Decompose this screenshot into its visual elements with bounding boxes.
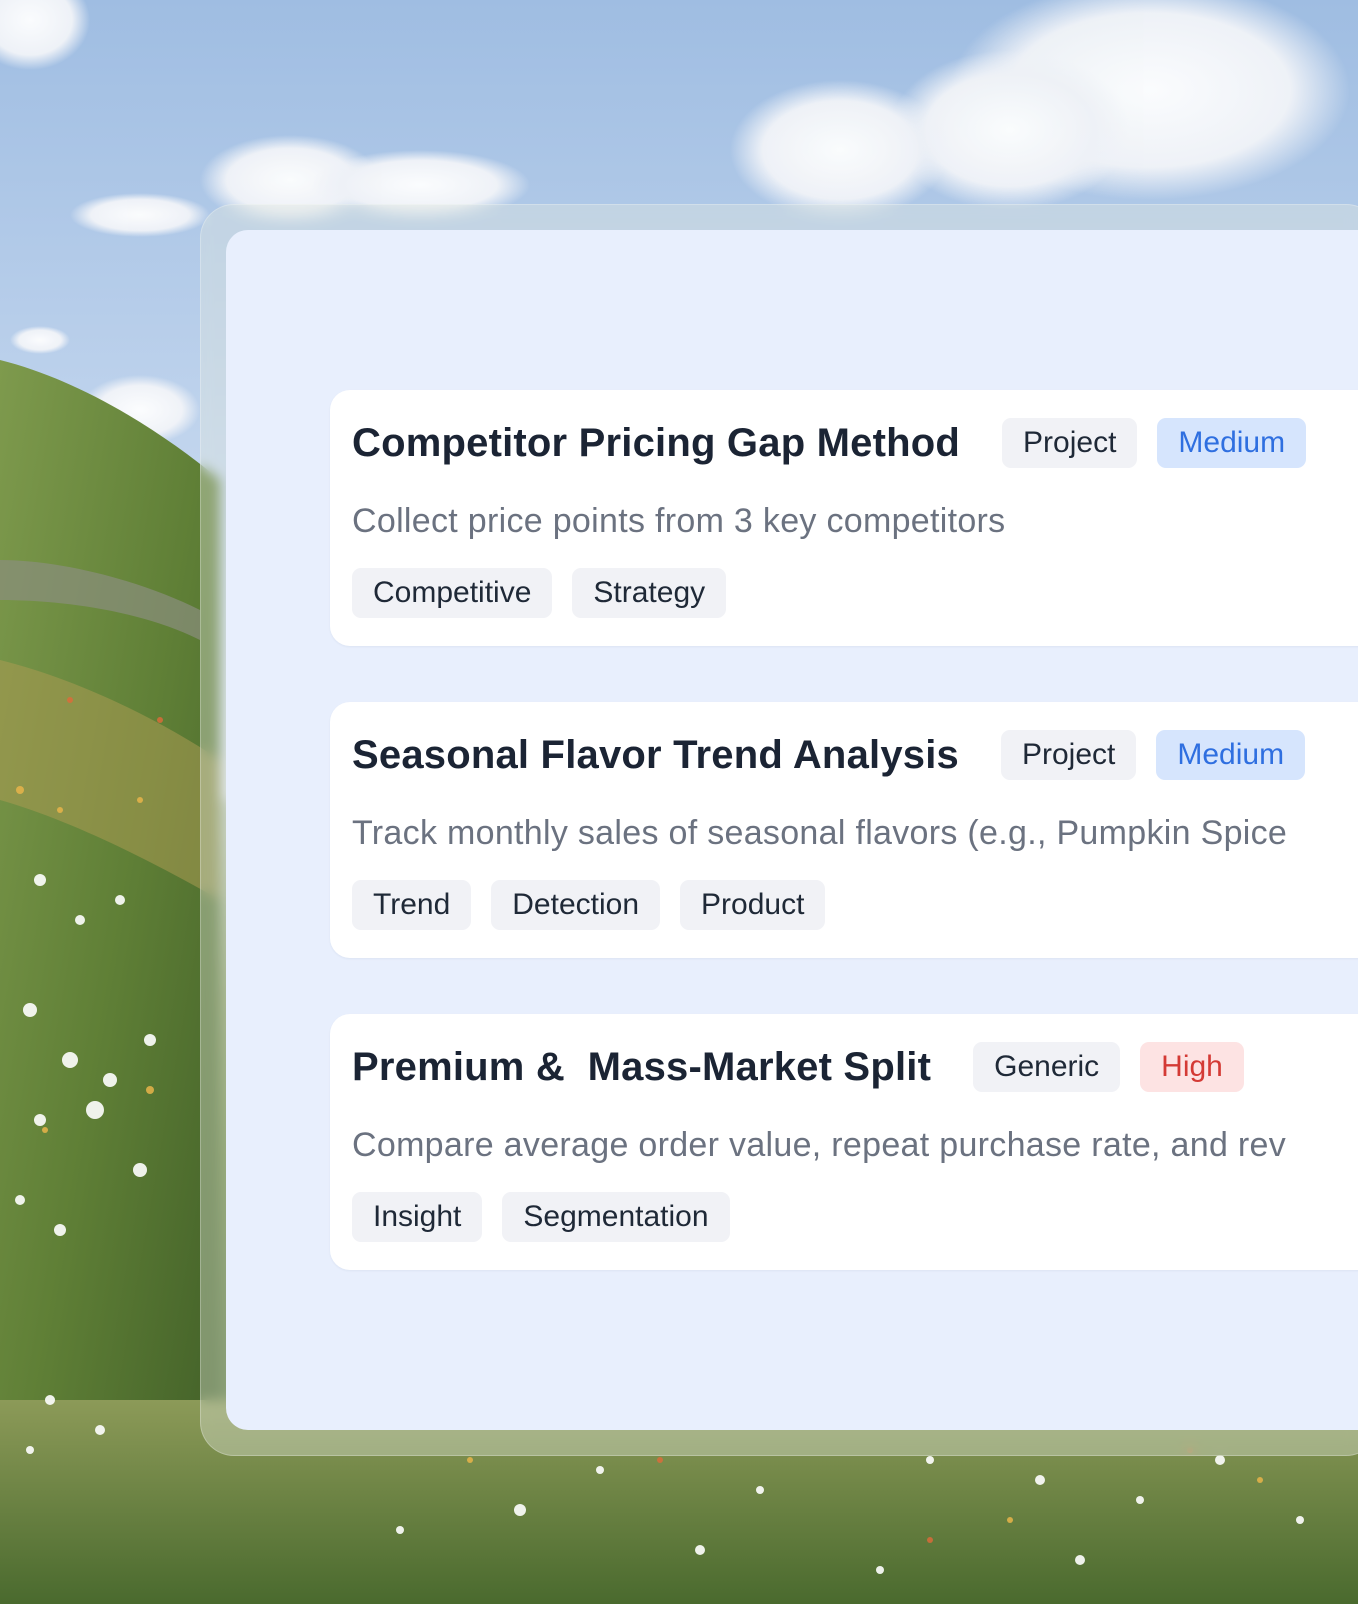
type-badge: Project (1002, 418, 1138, 468)
tag: Trend (352, 880, 472, 930)
tag: Insight (352, 1192, 483, 1242)
method-card[interactable]: Seasonal Flavor Trend Analysis Project M… (330, 702, 1358, 958)
card-title: Seasonal Flavor Trend Analysis (352, 732, 959, 777)
priority-badge: High (1140, 1042, 1244, 1092)
tag-list: Insight Segmentation (352, 1192, 750, 1242)
card-header: Seasonal Flavor Trend Analysis Project M… (352, 730, 1325, 780)
card-header: Premium & Mass-Market Split Generic High (352, 1042, 1264, 1092)
card-title: Competitor Pricing Gap Method (352, 420, 961, 465)
tag-list: Trend Detection Product (352, 880, 845, 930)
card-description: Collect price points from 3 key competit… (352, 502, 1006, 540)
type-badge: Generic (973, 1042, 1121, 1092)
type-badge: Project (1000, 730, 1137, 780)
tag-list: Competitive Strategy (352, 568, 746, 618)
tag: Product (680, 880, 826, 930)
method-card[interactable]: Premium & Mass-Market Split Generic High… (330, 1014, 1358, 1270)
tag: Competitive (352, 568, 553, 618)
priority-badge: Medium (1157, 418, 1307, 468)
card-title: Premium & Mass-Market Split (352, 1044, 932, 1089)
tag: Segmentation (502, 1192, 730, 1242)
tag: Strategy (572, 568, 727, 618)
card-header: Competitor Pricing Gap Method Project Me… (352, 418, 1326, 468)
priority-badge: Medium (1156, 730, 1306, 780)
card-description: Track monthly sales of seasonal flavors … (352, 814, 1288, 852)
tag: Detection (491, 880, 661, 930)
method-card[interactable]: Competitor Pricing Gap Method Project Me… (330, 390, 1358, 646)
card-description: Compare average order value, repeat purc… (352, 1126, 1287, 1164)
